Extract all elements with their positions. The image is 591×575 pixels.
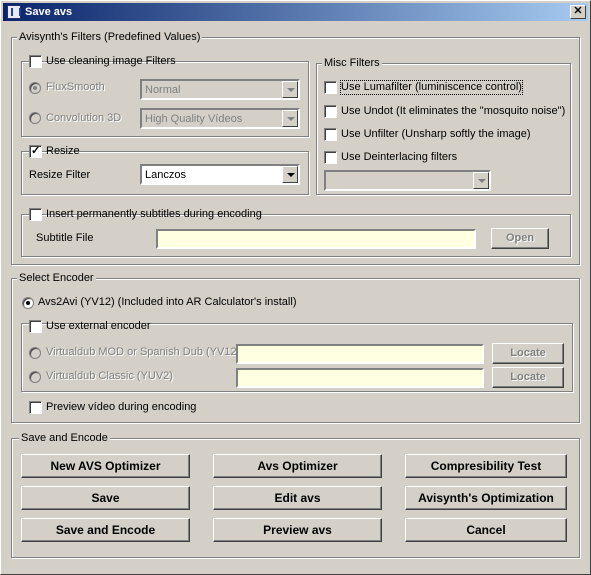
external-encoder-label[interactable]: Use external encoder [46, 320, 151, 333]
cancel-button[interactable]: Cancel [405, 518, 567, 542]
lumafilter-checkbox[interactable] [324, 81, 337, 94]
close-button[interactable]: ✕ [570, 5, 586, 19]
resize-checkbox[interactable] [29, 144, 42, 158]
convolution3d-label[interactable]: Convolution 3D [46, 112, 121, 125]
new-avs-optimizer-button[interactable]: New AVS Optimizer [21, 454, 190, 478]
edit-avs-button[interactable]: Edit avs [213, 486, 382, 510]
cleaning-filters-label[interactable]: Use cleaning image Filters [46, 55, 176, 68]
undot-checkbox[interactable] [324, 105, 337, 118]
chevron-down-icon[interactable] [473, 172, 489, 189]
virtualdub-mod-path-input[interactable] [236, 344, 484, 364]
virtualdub-mod-locate-button[interactable]: Locate [492, 343, 564, 364]
external-encoder-checkbox[interactable] [29, 320, 42, 333]
encoder-group-legend: Select Encoder [17, 272, 96, 285]
fluxsmooth-select-value: Normal [145, 84, 181, 96]
fluxsmooth-label[interactable]: FluxSmooth [46, 81, 105, 94]
undot-label[interactable]: Use Undot (It eliminates the "mosquito n… [341, 105, 565, 118]
fluxsmooth-radio[interactable] [29, 82, 41, 94]
deinterlacing-checkbox[interactable] [324, 151, 337, 164]
deinterlacing-label[interactable]: Use Deinterlacing filters [341, 151, 457, 164]
save-button[interactable]: Save [21, 486, 190, 510]
preview-avs-button[interactable]: Preview avs [213, 518, 382, 542]
resize-filter-label: Resize Filter [29, 169, 91, 181]
preview-during-encoding-checkbox[interactable] [29, 401, 42, 414]
resize-label[interactable]: Resize [46, 145, 80, 158]
unfilter-label[interactable]: Use Unfilter (Unsharp softly the image) [341, 128, 531, 141]
misc-filters-legend: Misc Filters [322, 57, 382, 70]
fluxsmooth-select[interactable]: Normal [140, 79, 300, 100]
title-bar[interactable]: Save avs ✕ [3, 3, 588, 21]
preview-during-encoding-label[interactable]: Preview vídeo during encoding [46, 401, 196, 414]
virtualdub-classic-path-input[interactable] [236, 368, 484, 388]
virtualdub-mod-radio[interactable] [29, 347, 41, 359]
unfilter-checkbox[interactable] [324, 128, 337, 141]
virtualdub-classic-label[interactable]: Virtualdub Classic (YUV2) [46, 370, 173, 383]
subtitle-file-label: Subtitle File [36, 232, 94, 244]
convolution3d-select-value: High Quality Vídeos [145, 113, 243, 125]
resize-filter-value: Lanczos [145, 169, 186, 181]
subtitles-label[interactable]: Insert permanently subtitles during enco… [46, 208, 262, 221]
filters-group-legend: Avisynth's Filters (Predefined Values) [17, 31, 203, 44]
save-encode-group-legend: Save and Encode [19, 432, 110, 445]
subtitles-checkbox[interactable] [29, 208, 42, 221]
app-icon [7, 5, 21, 19]
cleaning-filters-checkbox[interactable] [29, 55, 42, 68]
convolution3d-radio[interactable] [29, 112, 41, 124]
compresibility-test-button[interactable]: Compresibility Test [405, 454, 567, 478]
virtualdub-mod-label[interactable]: Virtualdub MOD or Spanish Dub (YV12) [46, 346, 240, 359]
window-title: Save avs [25, 6, 73, 18]
avs2avi-label[interactable]: Avs2Avi (YV12) (Included into AR Calcula… [38, 296, 296, 309]
chevron-down-icon[interactable] [282, 166, 298, 183]
convolution3d-select[interactable]: High Quality Vídeos [140, 108, 300, 129]
subtitle-file-input[interactable] [156, 229, 476, 249]
avisynth-optimization-button[interactable]: Avisynth's Optimization [405, 486, 567, 510]
save-and-encode-button[interactable]: Save and Encode [21, 518, 190, 542]
chevron-down-icon[interactable] [282, 110, 298, 127]
virtualdub-classic-radio[interactable] [29, 371, 41, 383]
save-avs-window: Save avs ✕ Avisynth's Filters (Predefine… [0, 0, 591, 575]
chevron-down-icon[interactable] [282, 81, 298, 98]
open-subtitle-button[interactable]: Open [491, 228, 549, 249]
resize-filter-select[interactable]: Lanczos [140, 164, 300, 185]
avs2avi-radio[interactable] [22, 297, 34, 309]
deinterlacing-select[interactable] [324, 170, 491, 191]
virtualdub-classic-locate-button[interactable]: Locate [492, 367, 564, 388]
lumafilter-label[interactable]: Use Lumafilter (luminiscence control) [340, 80, 523, 95]
avs-optimizer-button[interactable]: Avs Optimizer [213, 454, 382, 478]
